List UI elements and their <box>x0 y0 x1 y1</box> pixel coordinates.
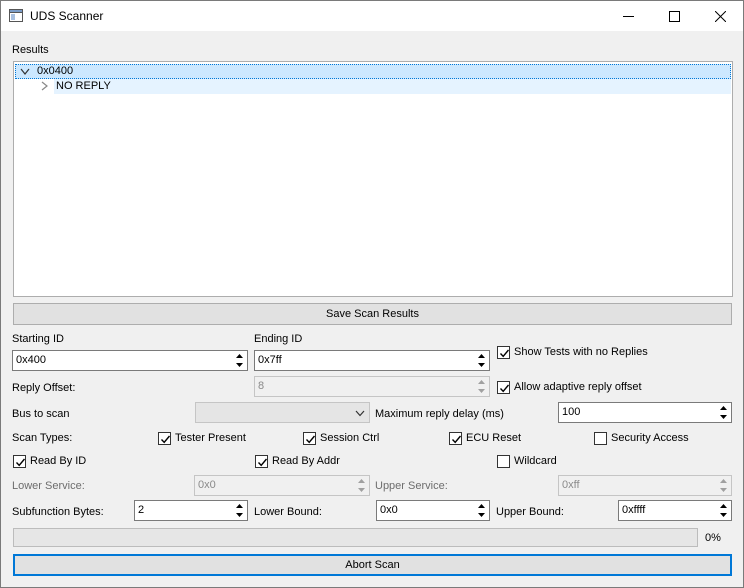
close-icon <box>714 10 726 22</box>
spin-up-icon[interactable] <box>474 378 488 386</box>
checkbox-box[interactable] <box>497 455 510 468</box>
bus-to-scan-dropdown[interactable] <box>195 402 370 423</box>
maximize-icon <box>668 10 680 22</box>
starting-id-label: Starting ID <box>12 333 64 345</box>
checkbox-box[interactable] <box>497 346 510 359</box>
adaptive-offset-label: Allow adaptive reply offset <box>514 381 642 393</box>
maximize-button[interactable] <box>651 1 697 31</box>
checkbox-box[interactable] <box>13 455 26 468</box>
progress-percent: 0% <box>705 532 721 544</box>
spin-up-icon[interactable] <box>716 502 730 510</box>
results-tree[interactable]: 0x0400 NO REPLY <box>13 61 733 297</box>
checkbox-box[interactable] <box>449 432 462 445</box>
abort-scan-button[interactable]: Abort Scan <box>13 554 732 576</box>
close-button[interactable] <box>697 1 743 31</box>
spin-up-icon[interactable] <box>474 352 488 360</box>
checkbox-box[interactable] <box>497 381 510 394</box>
lower-service-value: 0x0 <box>198 479 216 491</box>
security-access-label: Security Access <box>611 432 689 444</box>
upper-bound-value: 0xffff <box>622 504 646 516</box>
max-reply-delay-label: Maximum reply delay (ms) <box>375 408 504 420</box>
reply-offset-label: Reply Offset: <box>12 382 76 394</box>
spin-up-icon[interactable] <box>354 477 368 485</box>
upper-service-spinbox[interactable]: 0xff <box>558 475 732 496</box>
lower-bound-label: Lower Bound: <box>254 506 322 518</box>
checkbox-box[interactable] <box>303 432 316 445</box>
scan-progress-bar <box>13 528 698 547</box>
lower-bound-spinbox[interactable]: 0x0 <box>376 500 490 521</box>
subfunction-bytes-label: Subfunction Bytes: <box>12 506 104 518</box>
chevron-down-icon[interactable] <box>20 67 30 79</box>
reply-offset-value: 8 <box>258 380 265 392</box>
tree-item-label: NO REPLY <box>56 80 111 92</box>
session-ctrl-label: Session Ctrl <box>320 432 380 444</box>
checkbox-box[interactable] <box>594 432 607 445</box>
checkbox-box[interactable] <box>255 455 268 468</box>
spin-down-icon[interactable] <box>716 511 730 519</box>
read-by-id-label: Read By ID <box>30 455 87 467</box>
spin-down-icon[interactable] <box>232 361 246 369</box>
spin-up-icon[interactable] <box>232 352 246 360</box>
show-no-replies-label: Show Tests with no Replies <box>514 346 648 358</box>
lower-service-label: Lower Service: <box>12 480 85 492</box>
bus-to-scan-label: Bus to scan <box>12 408 70 420</box>
upper-bound-label: Upper Bound: <box>496 506 564 518</box>
spin-down-icon[interactable] <box>474 511 488 519</box>
reply-offset-spinbox[interactable]: 8 <box>254 376 490 397</box>
upper-bound-spinbox[interactable]: 0xffff <box>618 500 732 521</box>
save-scan-results-button[interactable]: Save Scan Results <box>13 303 732 325</box>
minimize-icon <box>622 11 634 22</box>
ending-id-value: 0x7ff <box>258 354 282 366</box>
starting-id-spinbox[interactable]: 0x400 <box>12 350 248 371</box>
spin-down-icon[interactable] <box>354 486 368 494</box>
max-reply-delay-value: 100 <box>562 406 581 418</box>
lower-service-spinbox[interactable]: 0x0 <box>194 475 370 496</box>
title-bar: UDS Scanner <box>1 1 743 31</box>
subfunction-bytes-value: 2 <box>138 504 145 516</box>
app-window-icon <box>9 9 23 22</box>
spin-up-icon[interactable] <box>716 404 730 412</box>
read-by-addr-label: Read By Addr <box>272 455 340 467</box>
wildcard-label: Wildcard <box>514 455 557 467</box>
upper-service-value: 0xff <box>562 479 580 491</box>
tree-item-child[interactable]: NO REPLY <box>15 79 731 94</box>
starting-id-value: 0x400 <box>16 354 46 366</box>
chevron-down-icon <box>355 408 365 420</box>
spin-up-icon[interactable] <box>232 502 246 510</box>
results-label: Results <box>12 44 49 56</box>
spin-down-icon[interactable] <box>716 413 730 421</box>
window-title: UDS Scanner <box>30 9 104 23</box>
ending-id-label: Ending ID <box>254 333 303 345</box>
minimize-button[interactable] <box>605 1 651 31</box>
lower-bound-value: 0x0 <box>380 504 398 516</box>
spin-down-icon[interactable] <box>232 511 246 519</box>
spin-down-icon[interactable] <box>474 361 488 369</box>
ecu-reset-label: ECU Reset <box>466 432 522 444</box>
scan-types-label: Scan Types: <box>12 432 73 444</box>
chevron-right-icon[interactable] <box>41 81 49 94</box>
tester-present-label: Tester Present <box>175 432 246 444</box>
max-reply-delay-spinbox[interactable]: 100 <box>558 402 732 423</box>
spin-up-icon[interactable] <box>716 477 730 485</box>
tree-item-label: 0x0400 <box>37 65 74 77</box>
spin-down-icon[interactable] <box>474 387 488 395</box>
spin-down-icon[interactable] <box>716 486 730 494</box>
checkbox-box[interactable] <box>158 432 171 445</box>
ending-id-spinbox[interactable]: 0x7ff <box>254 350 490 371</box>
upper-service-label: Upper Service: <box>375 480 448 492</box>
subfunction-bytes-spinbox[interactable]: 2 <box>134 500 248 521</box>
tree-item-highlight <box>54 79 731 94</box>
spin-up-icon[interactable] <box>474 502 488 510</box>
tree-item-root[interactable]: 0x0400 <box>15 64 731 79</box>
uds-scanner-window: UDS Scanner Results 0x0400 NO REPLY Save… <box>0 0 744 588</box>
